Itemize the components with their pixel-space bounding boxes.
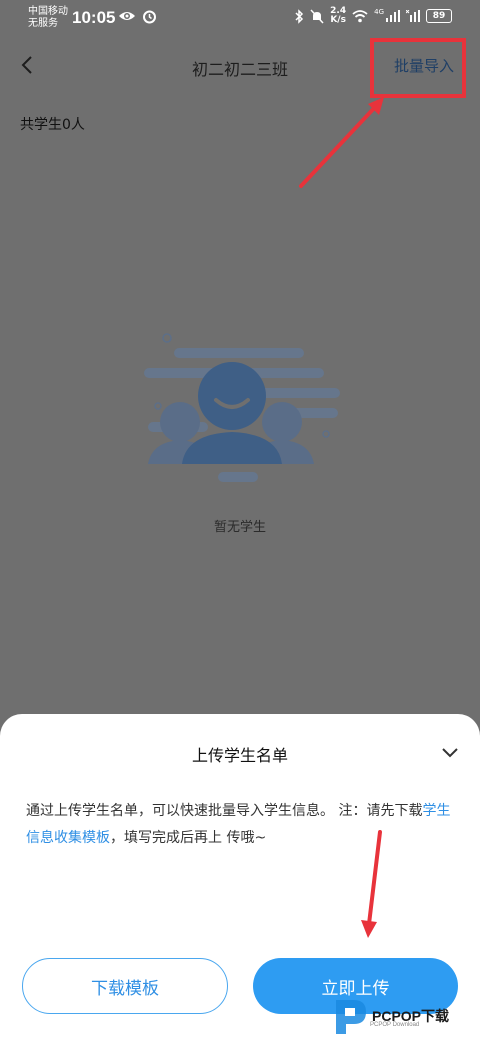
clock: 10:05 <box>72 8 116 27</box>
empty-state-text: 暂无学生 <box>213 520 266 535</box>
carrier-name: 中国移动 <box>28 6 68 17</box>
status-bar: 中国移动 无服务 10:05 2.4 K/s 4G 89 <box>0 0 480 36</box>
alarm-icon <box>143 10 156 24</box>
sheet-title: 上传学生名单 <box>191 746 288 765</box>
battery-indicator: 89 <box>426 9 452 23</box>
network-type-label: 4G <box>374 8 384 16</box>
annotation-highlight-box <box>370 38 466 98</box>
upload-description: 通过上传学生名单，可以快速批量导入学生信息。 注：请先下载学生信息收集模板，填写… <box>26 798 456 852</box>
eye-icon <box>119 12 135 20</box>
student-count: 共学生0人 <box>20 117 85 133</box>
watermark-subtext: PCPOP Download <box>370 1022 420 1028</box>
chevron-down-icon <box>442 748 458 758</box>
empty-students-illustration <box>144 333 340 482</box>
annotation-arrow-top <box>299 97 384 188</box>
carrier-status: 无服务 <box>28 18 58 29</box>
carrier-info: 中国移动 无服务 <box>28 6 68 30</box>
description-text: 通过上传学生名单，可以快速批量导入学生信息。 注：请先下载 <box>26 803 423 819</box>
network-speed-unit: K/s <box>330 15 346 25</box>
network-speed: 2.4 K/s <box>330 7 346 25</box>
collapse-sheet-button[interactable] <box>438 740 462 764</box>
status-left-icons <box>118 9 157 24</box>
download-template-button[interactable]: 下载模板 <box>22 958 228 1014</box>
status-right-icons: 2.4 K/s 4G 89 <box>294 7 452 25</box>
bluetooth-icon <box>295 8 304 24</box>
signal-icon <box>386 10 400 22</box>
description-text-end: ，填写完成后再上 传哦~ <box>110 830 267 846</box>
upload-bottom-sheet: 上传学生名单 通过上传学生名单，可以快速批量导入学生信息。 注：请先下载学生信息… <box>0 714 480 1040</box>
wifi-icon <box>352 9 368 22</box>
no-signal-icon <box>406 10 420 22</box>
mute-bell-icon <box>310 8 324 24</box>
